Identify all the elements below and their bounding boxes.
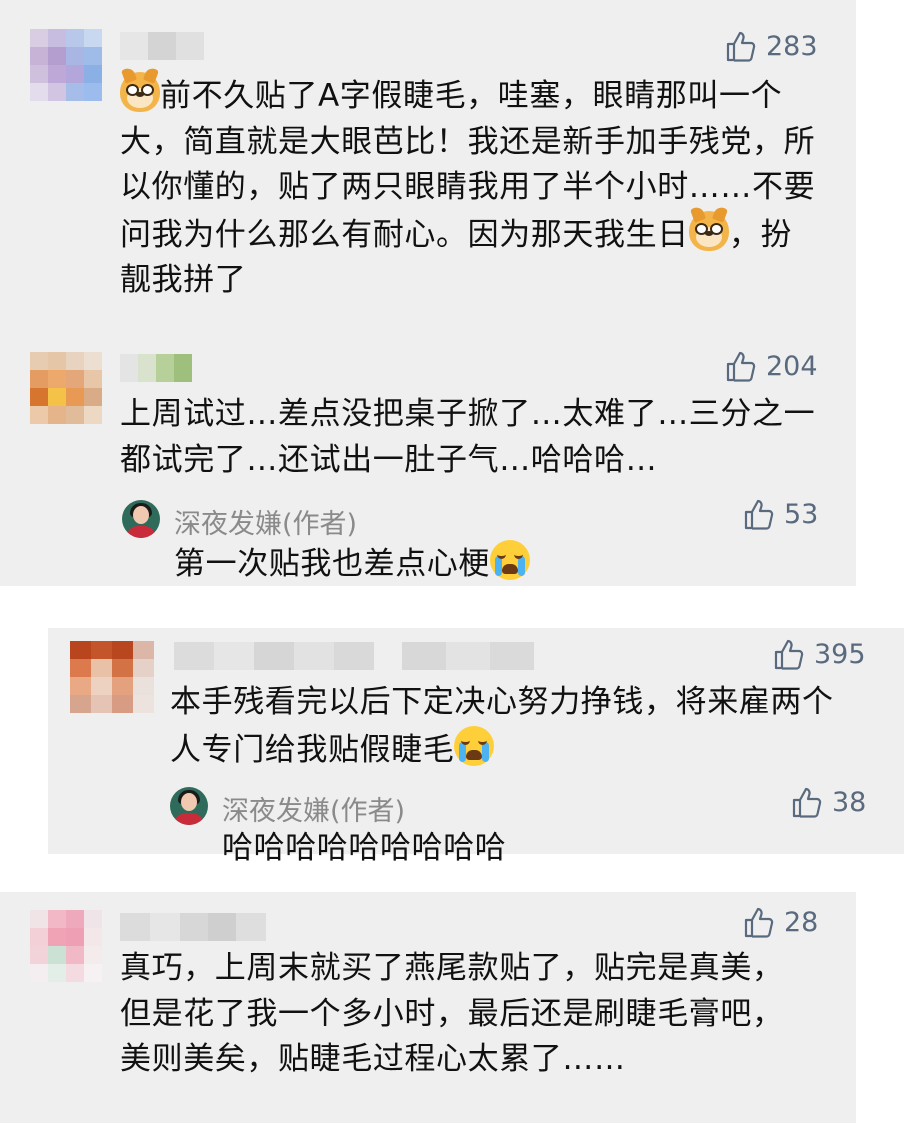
avatar[interactable] [30,29,102,101]
doge-emoji-icon [120,66,160,112]
thumbs-up-icon [726,30,756,62]
reply-author[interactable]: 深夜发嫌(作者) [174,502,357,541]
reply-author[interactable]: 深夜发嫌(作者) [222,789,405,828]
thumbs-up-icon [792,786,822,818]
username[interactable] [120,354,192,382]
thumbs-up-icon [744,498,774,530]
like-count: 395 [814,638,866,670]
reply-text-content: 第一次贴我也差点心梗 [174,546,490,582]
crying-face-emoji-icon [454,725,495,766]
like-button[interactable]: 283 [726,30,818,62]
thumbs-up-icon [726,350,756,382]
username[interactable] [120,32,204,60]
like-count: 28 [784,906,819,938]
comment-text: 前不久贴了A字假睫毛，哇塞，眼睛那叫一个大，简直就是大眼芭比！我还是新手加手残党… [120,66,820,304]
like-count: 283 [766,30,818,62]
like-button[interactable]: 204 [726,350,818,382]
like-count: 38 [832,786,867,818]
crying-face-emoji-icon [490,540,530,580]
author-avatar[interactable] [122,500,160,538]
comment-text: 真巧，上周末就买了燕尾款贴了，贴完是真美，但是花了我一个多小时，最后还是刷睫毛膏… [120,950,784,1077]
comment-text: 上周试过…差点没把桌子掀了…太难了…三分之一都试完了…还试出一肚子气…哈哈哈… [120,396,816,478]
like-count: 204 [766,350,818,382]
like-button[interactable]: 28 [744,906,818,938]
author-avatar[interactable] [170,787,208,825]
username[interactable] [174,642,534,670]
doge-emoji-icon [688,204,729,251]
like-button[interactable]: 395 [774,638,866,670]
like-button[interactable]: 53 [744,498,818,530]
username[interactable] [120,913,266,941]
avatar[interactable] [30,910,102,982]
comment-text-content: 本手残看完以后下定决心努力挣钱，将来雇两个人专门给我贴假睫毛 [170,684,834,768]
like-count: 53 [784,498,819,530]
avatar[interactable] [30,352,102,424]
reply-text: 哈哈哈哈哈哈哈哈哈 [222,830,507,866]
thumbs-up-icon [744,906,774,938]
comment-text: 本手残看完以后下定决心努力挣钱，将来雇两个人专门给我贴假睫毛 [170,680,860,773]
like-button[interactable]: 38 [792,786,866,818]
avatar[interactable] [70,641,154,713]
reply-text: 第一次贴我也差点心梗 [174,540,774,588]
thumbs-up-icon [774,638,804,670]
